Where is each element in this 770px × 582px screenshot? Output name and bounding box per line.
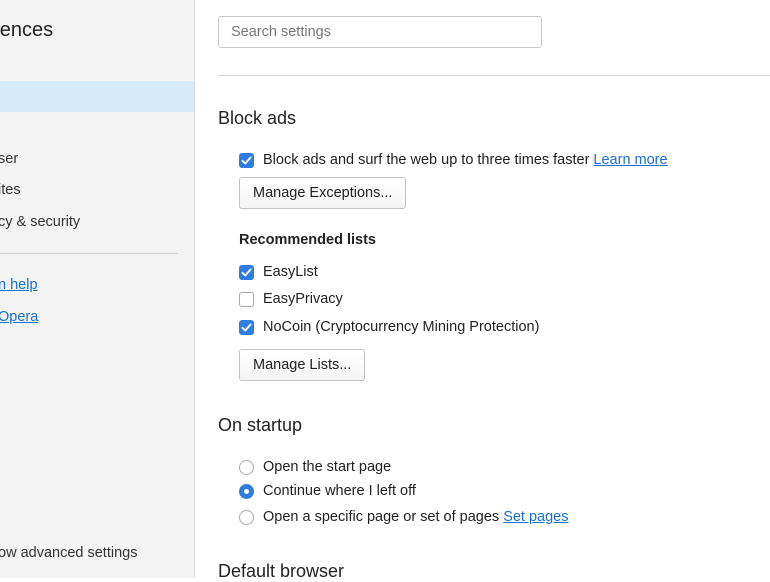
list-item-easyprivacy: EasyPrivacy (239, 290, 343, 308)
show-advanced-settings-toggle[interactable]: ow advanced settings (0, 545, 137, 561)
start-page-radio[interactable] (239, 459, 254, 475)
sidebar-link-opera[interactable]: Opera (0, 309, 38, 325)
continue-label: Continue where I left off (263, 483, 416, 499)
easylist-checkbox[interactable] (239, 264, 254, 280)
recommended-lists-title: Recommended lists (239, 232, 376, 248)
on-startup-title: On startup (218, 415, 303, 435)
specific-pages-radio[interactable] (239, 509, 254, 525)
manage-lists-button[interactable]: Manage Lists... (239, 349, 366, 381)
block-ads-label: Block ads and surf the web up to three t… (263, 152, 590, 168)
startup-option-start-page: Open the start page (239, 458, 391, 476)
learn-more-link[interactable]: Learn more (593, 152, 667, 168)
sidebar-divider (0, 253, 178, 254)
manage-exceptions-button[interactable]: Manage Exceptions... (239, 177, 407, 209)
checkmark-icon (241, 267, 252, 276)
easylist-label: EasyList (263, 264, 318, 280)
easyprivacy-label: EasyPrivacy (263, 291, 343, 307)
start-page-label: Open the start page (263, 459, 392, 475)
block-ads-checkbox[interactable] (239, 152, 254, 168)
startup-option-specific-pages: Open a specific page or set of pages Set… (239, 508, 569, 526)
set-pages-link[interactable]: Set pages (503, 509, 568, 525)
checkmark-icon (241, 155, 252, 164)
header-divider (218, 75, 770, 76)
default-browser-title: Default browser (218, 561, 345, 581)
list-item-nocoin: NoCoin (Cryptocurrency Mining Protection… (239, 318, 539, 336)
sidebar-item-basic-active[interactable] (0, 81, 194, 112)
continue-radio[interactable] (239, 483, 254, 499)
nocoin-label: NoCoin (Cryptocurrency Mining Protection… (263, 319, 540, 335)
sidebar-link-help[interactable]: n help (0, 277, 38, 293)
startup-option-continue: Continue where I left off (239, 482, 416, 500)
block-ads-title: Block ads (218, 108, 297, 128)
search-input[interactable] (218, 16, 542, 48)
specific-pages-label: Open a specific page or set of pages (263, 509, 500, 525)
sidebar-item-websites[interactable]: ites (0, 182, 21, 198)
nocoin-checkbox[interactable] (239, 319, 254, 335)
list-item-easylist: EasyList (239, 263, 318, 281)
checkmark-icon (241, 322, 252, 331)
block-ads-option: Block ads and surf the web up to three t… (239, 151, 668, 169)
sidebar-item-browser[interactable]: ser (0, 151, 18, 167)
sidebar-item-privacy-security[interactable]: cy & security (0, 214, 80, 230)
easyprivacy-checkbox[interactable] (239, 291, 254, 307)
sidebar: erences ser ites cy & security n help Op… (0, 0, 195, 578)
sidebar-title: erences (0, 19, 54, 41)
